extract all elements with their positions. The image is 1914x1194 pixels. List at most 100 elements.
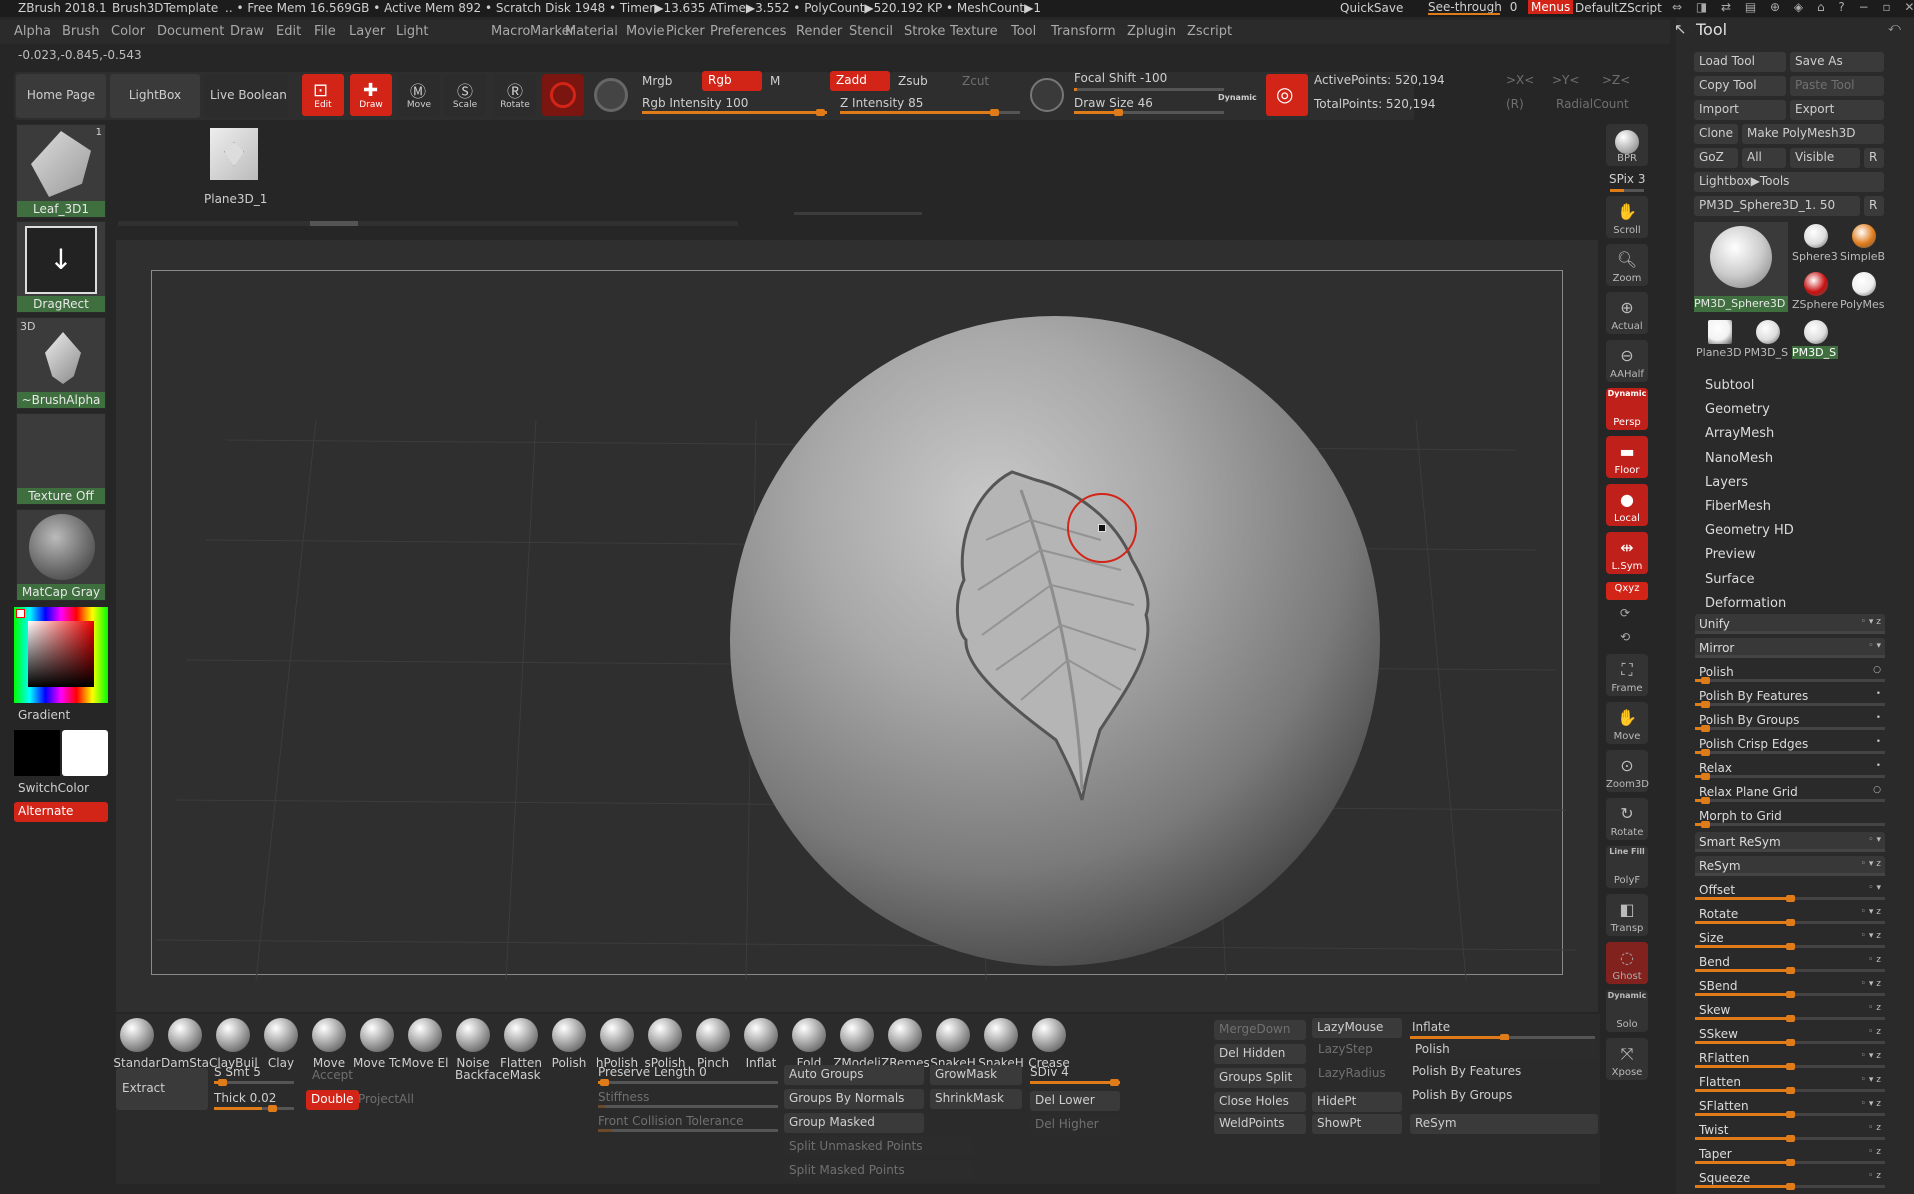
tool-thumb-2[interactable]: ZSphere: [1792, 270, 1838, 314]
deform-options-icon[interactable]: ◦ ▾: [1868, 641, 1881, 651]
groups-split-button[interactable]: Groups Split: [1214, 1068, 1306, 1088]
brush-4[interactable]: Move: [305, 1018, 353, 1070]
section-deformation[interactable]: Deformation: [1705, 596, 1786, 611]
close-holes-button[interactable]: Close Holes: [1214, 1092, 1306, 1112]
stiffness-slider-bar[interactable]: [598, 1105, 778, 1108]
group-masked-button[interactable]: Group Masked: [784, 1113, 924, 1133]
current-tool-thumbnail[interactable]: PM3D_Sphere3D: [1694, 222, 1788, 312]
rotate-lock-icon[interactable]: ⟳: [1620, 606, 1630, 620]
deform-slider[interactable]: [1695, 943, 1885, 950]
brush-15[interactable]: ZModeli: [833, 1018, 881, 1070]
menu-movie[interactable]: Movie: [626, 24, 664, 39]
s-smt-slider-bar[interactable]: [214, 1079, 294, 1086]
local-button[interactable]: ● Local: [1606, 484, 1648, 526]
switch-color-button[interactable]: SwitchColor: [18, 781, 89, 795]
draw-size-slider[interactable]: [1074, 109, 1224, 116]
deform-bend[interactable]: Bend ◦ z: [1695, 952, 1885, 974]
copy-tool-button[interactable]: Copy Tool: [1694, 76, 1786, 96]
zoom-button[interactable]: 🔍︎ Zoom: [1606, 244, 1648, 286]
menu-texture[interactable]: Texture: [950, 24, 998, 39]
section-geometry-hd[interactable]: Geometry HD: [1705, 523, 1794, 538]
deform-rotate[interactable]: Rotate ◦ ▾ z: [1695, 904, 1885, 926]
secondary-color-swatch[interactable]: [14, 730, 60, 776]
z-intensity-slider[interactable]: [840, 109, 1020, 116]
brush-16[interactable]: ZRemes: [881, 1018, 929, 1070]
section-preview[interactable]: Preview: [1705, 547, 1756, 562]
aahalf-button[interactable]: ⊖ AAHalf: [1606, 340, 1648, 382]
split-masked-button[interactable]: Split Masked Points: [784, 1161, 974, 1181]
deform-slider[interactable]: [1695, 773, 1885, 780]
section-surface[interactable]: Surface: [1705, 572, 1755, 587]
split-unmasked-button[interactable]: Split Unmasked Points: [784, 1137, 974, 1157]
deform-options-icon[interactable]: ◦ z: [1868, 1147, 1881, 1157]
zsub-button[interactable]: Zsub: [898, 74, 928, 88]
deform-size[interactable]: Size ◦ ▾ z: [1695, 928, 1885, 950]
deform-options-icon[interactable]: ◦ ▾: [1868, 835, 1881, 845]
menu-macro[interactable]: Macro: [491, 24, 530, 39]
scale-mode-button[interactable]: Ⓢ Scale: [444, 74, 486, 116]
polish-by-features-slider[interactable]: Polish By Features: [1412, 1064, 1521, 1078]
material-thumbnail[interactable]: MatCap Gray: [16, 509, 106, 601]
deform-polish[interactable]: Polish ○: [1695, 662, 1885, 684]
menus-toggle[interactable]: Menus: [1528, 0, 1574, 14]
deform-mirror[interactable]: Mirror ◦ ▾: [1695, 638, 1885, 658]
deform-options-icon[interactable]: ◦ ▾ z: [1861, 859, 1881, 869]
menu-light[interactable]: Light: [396, 24, 428, 39]
tool-thumb-6[interactable]: PM3D_S: [1792, 318, 1838, 362]
deform-slider[interactable]: [1695, 1015, 1885, 1022]
sdiv-slider[interactable]: SDiv 4: [1030, 1065, 1069, 1079]
brush-12[interactable]: Pinch: [689, 1018, 737, 1070]
brush-3[interactable]: Clay: [257, 1018, 305, 1070]
lightbox-button[interactable]: LightBox: [110, 74, 200, 118]
brush-11[interactable]: sPolish: [641, 1018, 689, 1070]
z-intensity-label[interactable]: Z Intensity 85: [840, 96, 923, 110]
deform-slider[interactable]: [1695, 991, 1885, 998]
deform-sflatten[interactable]: SFlatten ◦ ▾ z: [1695, 1096, 1885, 1118]
deform-options-icon[interactable]: ○: [1873, 785, 1881, 795]
live-boolean-button[interactable]: Live Boolean: [204, 74, 288, 118]
tool-thumb-3[interactable]: PolyMes: [1840, 270, 1886, 314]
lazyradius-slider[interactable]: LazyRadius: [1318, 1066, 1386, 1080]
tool-thumb-4[interactable]: Plane3D: [1696, 318, 1742, 362]
growmask-button[interactable]: GrowMask: [930, 1065, 1022, 1085]
x-sym-button[interactable]: >X<: [1506, 73, 1534, 87]
menu-tool[interactable]: Tool: [1011, 24, 1036, 39]
deform-taper[interactable]: Taper ◦ z: [1695, 1144, 1885, 1166]
lsym-button[interactable]: ⇹ L.Sym: [1606, 532, 1648, 574]
brush-17[interactable]: SnakeH: [929, 1018, 977, 1070]
texture-thumbnail[interactable]: Texture Off: [16, 413, 106, 505]
deform-slider[interactable]: [1695, 849, 1885, 852]
deform-slider[interactable]: [1695, 967, 1885, 974]
focal-shift-label[interactable]: Focal Shift -100: [1074, 71, 1167, 85]
brush-19[interactable]: Crease: [1025, 1018, 1073, 1070]
section-arraymesh[interactable]: ArrayMesh: [1705, 426, 1774, 441]
front-collision-slider[interactable]: Front Collision Tolerance: [598, 1114, 743, 1128]
move-mode-button[interactable]: Ⓜ Move: [398, 74, 440, 116]
menu-preferences[interactable]: Preferences: [710, 24, 786, 39]
deform-slider[interactable]: [1695, 1111, 1885, 1118]
goz-visible-button[interactable]: Visible: [1790, 148, 1860, 168]
plane3d-thumbnail[interactable]: [210, 128, 258, 180]
brush-9[interactable]: Polish: [545, 1018, 593, 1070]
menu-stencil[interactable]: Stencil: [849, 24, 893, 39]
menu-alpha[interactable]: Alpha: [14, 24, 51, 39]
zadd-button[interactable]: Zadd: [830, 71, 890, 91]
deform-offset[interactable]: Offset ◦ ▾: [1695, 880, 1885, 902]
deform-flatten[interactable]: Flatten ◦ ▾ z: [1695, 1072, 1885, 1094]
deform-slider[interactable]: [1695, 1063, 1885, 1070]
frame-button[interactable]: ⛶ Frame: [1606, 654, 1648, 696]
mrgb-button[interactable]: Mrgb: [642, 74, 672, 88]
menu-zplugin[interactable]: Zplugin: [1127, 24, 1176, 39]
thick-slider[interactable]: Thick 0.02: [214, 1091, 276, 1105]
color-picker-hue[interactable]: [14, 607, 108, 703]
deform-polish-by-groups[interactable]: Polish By Groups •: [1695, 710, 1885, 732]
deform-slider[interactable]: [1695, 873, 1885, 876]
polyf-button[interactable]: Line Fill PolyF: [1606, 846, 1648, 888]
quicksave-button[interactable]: QuickSave: [1340, 1, 1403, 15]
section-geometry[interactable]: Geometry: [1705, 402, 1770, 417]
menu-picker[interactable]: Picker: [666, 24, 705, 39]
rotate-lock-2-icon[interactable]: ⟲: [1620, 630, 1630, 644]
menu-document[interactable]: Document: [157, 24, 224, 39]
xyz-button[interactable]: Qxyz: [1606, 582, 1648, 600]
section-fibermesh[interactable]: FiberMesh: [1705, 499, 1771, 514]
